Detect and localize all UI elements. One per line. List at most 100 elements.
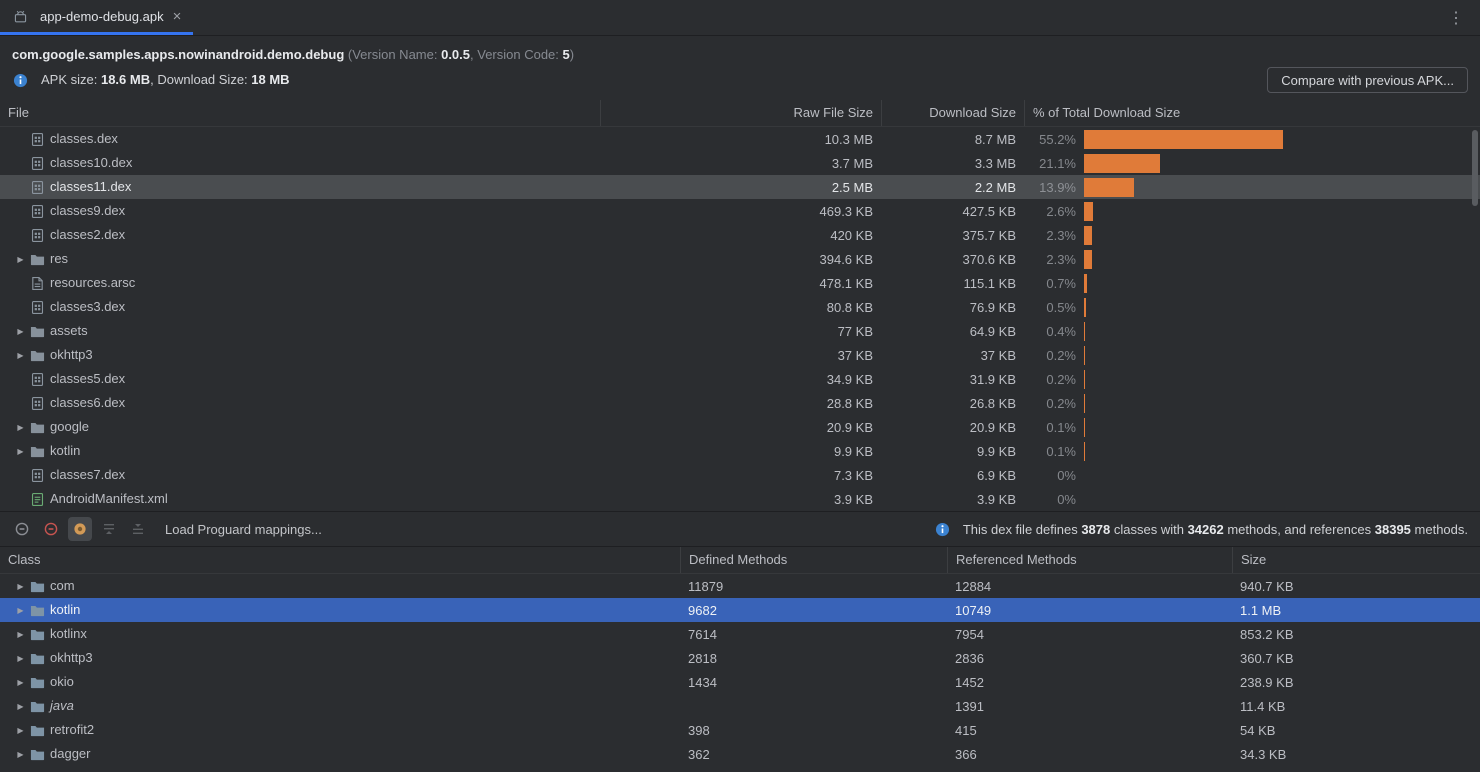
table-row[interactable]: classes10.dex3.7 MB3.3 MB21.1% [0, 151, 1480, 175]
file-name-cell: classes6.dex [0, 391, 600, 415]
editor-tab-bar: app-demo-debug.apk × ⋮ [0, 0, 1480, 36]
column-header-file[interactable]: File [0, 100, 600, 126]
table-row[interactable]: ▶java139111.4 KB [0, 694, 1480, 718]
table-row[interactable]: classes9.dex469.3 KB427.5 KB2.6% [0, 199, 1480, 223]
collapse-all-icon[interactable] [126, 517, 150, 541]
class-name-cell: ▶okhttp3 [0, 646, 680, 670]
file-name-cell: classes7.dex [0, 463, 600, 487]
text-part: ) [570, 47, 574, 62]
defined-methods-cell: 398 [680, 723, 947, 738]
pct-bar-cell [1076, 250, 1444, 269]
expand-arrow-icon[interactable]: ▶ [12, 654, 29, 663]
table-row[interactable]: ▶okhttp328182836360.7 KB [0, 646, 1480, 670]
expand-arrow-icon[interactable]: ▶ [12, 327, 29, 336]
expand-arrow-icon[interactable]: ▶ [12, 702, 29, 711]
table-row[interactable]: ▶google20.9 KB20.9 KB0.1% [0, 415, 1480, 439]
size-cell: 1.1 MB [1232, 603, 1480, 618]
folder-icon [29, 443, 45, 459]
kebab-menu-icon[interactable]: ⋮ [1432, 8, 1480, 28]
table-row[interactable]: ▶assets77 KB64.9 KB0.4% [0, 319, 1480, 343]
pct-bar [1084, 346, 1085, 365]
file-name-label: classes7.dex [50, 463, 125, 487]
download-size-cell: 31.9 KB [881, 372, 1024, 387]
table-row[interactable]: classes6.dex28.8 KB26.8 KB0.2% [0, 391, 1480, 415]
file-name-cell: classes9.dex [0, 199, 600, 223]
table-row[interactable]: AndroidManifest.xml3.9 KB3.9 KB0% [0, 487, 1480, 511]
pct-bar-cell [1076, 418, 1444, 437]
size-cell: 360.7 KB [1232, 651, 1480, 666]
table-row[interactable]: classes2.dex420 KB375.7 KB2.3% [0, 223, 1480, 247]
expand-arrow-icon[interactable]: ▶ [12, 255, 29, 264]
table-row[interactable]: ▶kotlin9682107491.1 MB [0, 598, 1480, 622]
table-row[interactable]: classes5.dex34.9 KB31.9 KB0.2% [0, 367, 1480, 391]
show-fields-icon[interactable] [10, 517, 34, 541]
table-row[interactable]: ▶retrofit239841554 KB [0, 718, 1480, 742]
pct-bar [1084, 370, 1085, 389]
apk-file-icon [12, 8, 28, 24]
text-part: 18 MB [251, 72, 289, 87]
expand-arrow-icon[interactable]: ▶ [12, 726, 29, 735]
expand-arrow-icon[interactable]: ▶ [12, 447, 29, 456]
expand-arrow-icon[interactable]: ▶ [12, 750, 29, 759]
raw-file-size-cell: 7.3 KB [600, 468, 881, 483]
pct-bar-cell [1076, 226, 1444, 245]
tab-app-demo-debug-apk[interactable]: app-demo-debug.apk × [0, 0, 193, 35]
table-row[interactable]: classes.dex10.3 MB8.7 MB55.2% [0, 127, 1480, 151]
table-row[interactable]: resources.arsc478.1 KB115.1 KB0.7% [0, 271, 1480, 295]
folder-icon [29, 251, 45, 267]
download-size-cell: 6.9 KB [881, 468, 1024, 483]
apk-header: com.google.samples.apps.nowinandroid.dem… [0, 36, 1480, 100]
table-row[interactable]: ▶res394.6 KB370.6 KB2.3% [0, 247, 1480, 271]
table-row[interactable]: ▶kotlinx76147954853.2 KB [0, 622, 1480, 646]
defined-methods-cell: 11879 [680, 579, 947, 594]
show-removed-nodes-icon[interactable] [39, 517, 63, 541]
column-header-class[interactable]: Class [0, 547, 680, 573]
close-icon[interactable]: × [171, 9, 184, 24]
column-header-download-size[interactable]: Download Size [881, 100, 1024, 126]
pct-bar [1084, 226, 1092, 245]
column-header-defined-methods[interactable]: Defined Methods [680, 547, 947, 573]
package-icon [29, 674, 45, 690]
table-row[interactable]: classes7.dex 7.3 KB6.9 KB0% [0, 463, 1480, 487]
pct-bar [1084, 418, 1085, 437]
column-header-size[interactable]: Size [1232, 547, 1480, 573]
dex-file-icon [29, 155, 45, 171]
expand-arrow-icon[interactable]: ▶ [12, 606, 29, 615]
expand-arrow-icon[interactable]: ▶ [12, 582, 29, 591]
show-referenced-nodes-icon[interactable] [68, 517, 92, 541]
class-name-cell: ▶dagger [0, 742, 680, 766]
download-size-cell: 20.9 KB [881, 420, 1024, 435]
table-row[interactable]: classes3.dex80.8 KB76.9 KB0.5% [0, 295, 1480, 319]
expand-arrow-icon[interactable]: ▶ [12, 678, 29, 687]
class-name-label: retrofit2 [50, 718, 94, 742]
pct-bar-cell [1076, 346, 1444, 365]
pct-bar [1084, 442, 1085, 461]
text-part: 3878 [1081, 522, 1110, 537]
size-cell: 54 KB [1232, 723, 1480, 738]
table-row[interactable]: ▶okio14341452238.9 KB [0, 670, 1480, 694]
text-part: methods, and references [1224, 522, 1375, 537]
expand-arrow-icon[interactable]: ▶ [12, 423, 29, 432]
column-header-referenced-methods[interactable]: Referenced Methods [947, 547, 1232, 573]
expand-arrow-icon[interactable]: ▶ [12, 351, 29, 360]
file-name-label: classes2.dex [50, 223, 125, 247]
text-part: , Download Size: [150, 72, 251, 87]
pct-bar [1084, 250, 1092, 269]
table-row[interactable]: ▶kotlin9.9 KB9.9 KB0.1% [0, 439, 1480, 463]
package-icon [29, 746, 45, 762]
column-header-pct-of-total[interactable]: % of Total Download Size [1024, 100, 1480, 126]
expand-all-icon[interactable] [97, 517, 121, 541]
load-proguard-mappings-button[interactable]: Load Proguard mappings... [165, 522, 322, 537]
pct-bar-cell [1076, 130, 1444, 149]
table-row[interactable]: classes11.dex2.5 MB2.2 MB13.9% [0, 175, 1480, 199]
column-header-raw-file-size[interactable]: Raw File Size [600, 100, 881, 126]
pct-bar-cell [1076, 298, 1444, 317]
table-row[interactable]: ▶dagger36236634.3 KB [0, 742, 1480, 766]
pct-of-total-cell: 0% [1024, 468, 1076, 483]
compare-apk-button[interactable]: Compare with previous APK... [1267, 67, 1468, 93]
table-row[interactable]: ▶com1187912884940.7 KB [0, 574, 1480, 598]
expand-arrow-icon[interactable]: ▶ [12, 630, 29, 639]
download-size-cell: 76.9 KB [881, 300, 1024, 315]
table-row[interactable]: ▶okhttp337 KB37 KB0.2% [0, 343, 1480, 367]
vertical-scrollbar-thumb[interactable] [1472, 130, 1478, 206]
